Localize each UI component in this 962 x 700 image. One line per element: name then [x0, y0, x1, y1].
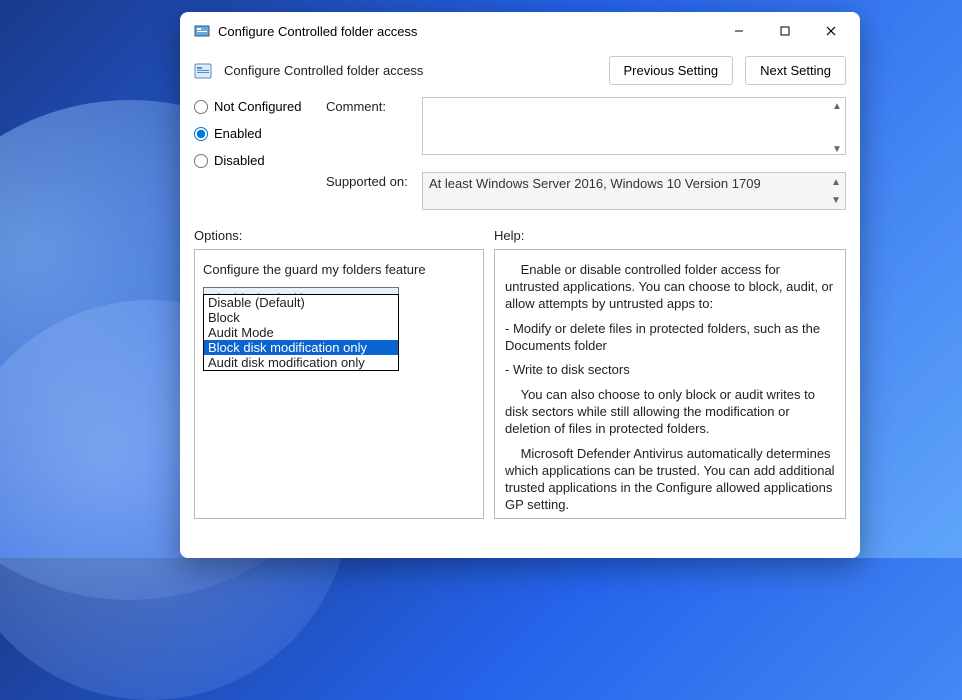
minimize-button[interactable] — [716, 15, 762, 47]
scroll-up-icon[interactable]: ▲ — [829, 175, 843, 189]
lower-panels: Configure the guard my folders feature D… — [180, 249, 860, 558]
state-radio-group: Not Configured Enabled Disabled — [194, 97, 314, 210]
next-setting-button[interactable]: Next Setting — [745, 56, 846, 85]
scroll-down-icon[interactable]: ▼ — [829, 193, 843, 207]
dropdown-item[interactable]: Audit Mode — [204, 325, 398, 340]
config-row: Not Configured Enabled Disabled Comment:… — [180, 95, 860, 220]
gpo-editor-window: Configure Controlled folder access Confi… — [180, 12, 860, 558]
app-icon — [194, 23, 210, 39]
maximize-button[interactable] — [762, 15, 808, 47]
comment-label: Comment: — [326, 97, 416, 158]
window-title: Configure Controlled folder access — [218, 24, 716, 39]
scroll-up-icon[interactable]: ▲ — [830, 99, 844, 113]
policy-icon — [194, 62, 212, 80]
previous-setting-button[interactable]: Previous Setting — [609, 56, 734, 85]
options-panel: Configure the guard my folders feature D… — [194, 249, 484, 519]
section-labels: Options: Help: — [180, 220, 860, 249]
meta-fields: Comment: ▲ ▼ Supported on: At least Wind… — [326, 97, 846, 210]
radio-not-configured[interactable]: Not Configured — [194, 99, 314, 114]
radio-enabled[interactable]: Enabled — [194, 126, 314, 141]
help-label: Help: — [494, 228, 524, 243]
help-text: - Modify or delete files in protected fo… — [505, 321, 835, 355]
help-text: Microsoft Defender Antivirus automatical… — [505, 446, 835, 514]
dropdown-item[interactable]: Block — [204, 310, 398, 325]
dropdown-item[interactable]: Disable (Default) — [204, 295, 398, 310]
policy-title: Configure Controlled folder access — [224, 63, 597, 78]
options-label: Options: — [194, 228, 494, 243]
supported-value: At least Windows Server 2016, Windows 10… — [422, 172, 846, 210]
dropdown-item[interactable]: Block disk modification only — [204, 340, 398, 355]
close-button[interactable] — [808, 15, 854, 47]
help-text: You can also choose to only block or aud… — [505, 387, 835, 438]
supported-label: Supported on: — [326, 172, 416, 210]
help-text: - Write to disk sectors — [505, 362, 835, 379]
titlebar: Configure Controlled folder access — [180, 12, 860, 50]
option-title: Configure the guard my folders feature — [203, 262, 475, 277]
help-text: Enable or disable controlled folder acce… — [505, 262, 835, 313]
radio-disabled[interactable]: Disabled — [194, 153, 314, 168]
header-row: Configure Controlled folder access Previ… — [180, 50, 860, 95]
scroll-down-icon[interactable]: ▼ — [830, 142, 844, 156]
help-panel: Enable or disable controlled folder acce… — [494, 249, 846, 519]
comment-input[interactable] — [422, 97, 846, 155]
feature-dropdown[interactable]: Disable (Default)BlockAudit ModeBlock di… — [203, 294, 399, 371]
dropdown-item[interactable]: Audit disk modification only — [204, 355, 398, 370]
